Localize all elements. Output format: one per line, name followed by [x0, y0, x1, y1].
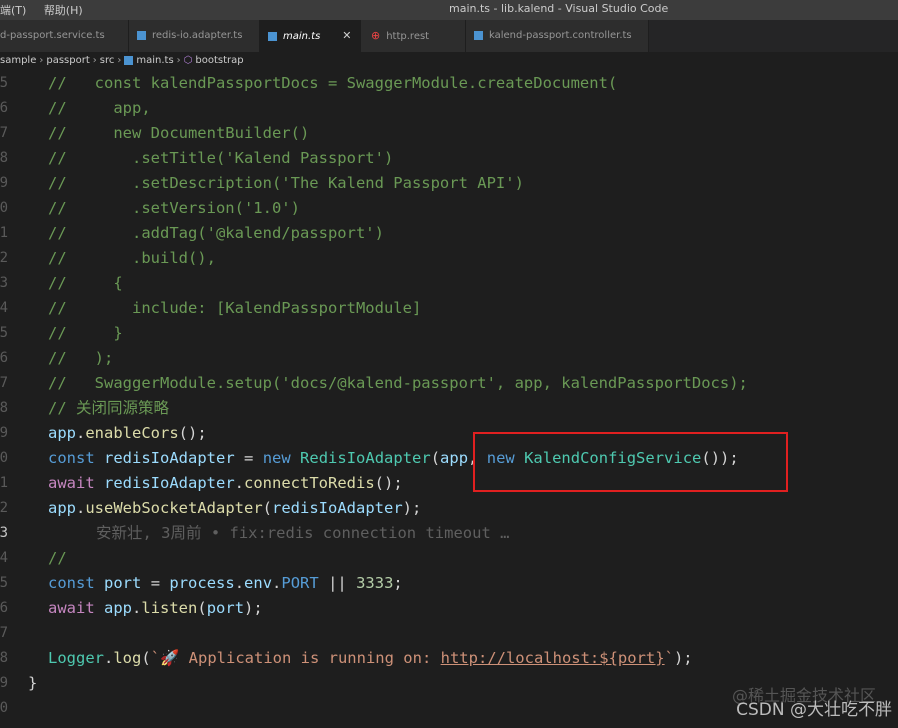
code-line: 5// }: [0, 324, 123, 342]
code-line: 5// const kalendPassportDocs = SwaggerMo…: [0, 74, 618, 92]
tab-bar: d-passport.service.ts redis-io.adapter.t…: [0, 20, 898, 52]
tab-label: d-passport.service.ts: [0, 30, 105, 41]
typescript-file-icon: [268, 31, 277, 41]
csdn-watermark: CSDN @大壮吃不胖: [736, 700, 892, 720]
code-line: 7: [0, 625, 8, 641]
code-line: 2 app.useWebSocketAdapter(redisIoAdapter)…: [0, 499, 422, 517]
tab-passport-service[interactable]: d-passport.service.ts: [0, 20, 129, 52]
code-line: 8// 关闭同源策略: [0, 399, 169, 417]
breadcrumb-item[interactable]: passport: [46, 55, 89, 66]
code-line: 7// SwaggerModule.setup('docs/@kalend-pa…: [0, 374, 748, 392]
code-line: 7// new DocumentBuilder(): [0, 124, 310, 142]
code-line: 9// .setDescription('The Kalend Passport…: [0, 174, 524, 192]
breadcrumb-item[interactable]: main.ts: [136, 55, 173, 66]
menu-help[interactable]: 帮助(H): [44, 4, 83, 17]
tab-label: kalend-passport.controller.ts: [489, 30, 632, 41]
code-line: 4// include: [KalendPassportModule]: [0, 299, 422, 317]
breadcrumb-item[interactable]: bootstrap: [195, 55, 243, 66]
breadcrumb-item[interactable]: sample: [0, 55, 36, 66]
tab-passport-controller[interactable]: kalend-passport.controller.ts: [466, 20, 649, 52]
code-line-current: 3 安新壮, 3周前 • fix:redis connection timeout…: [0, 521, 898, 546]
code-line: 6// app,: [0, 99, 151, 117]
typescript-file-icon: [124, 55, 134, 65]
typescript-file-icon: [137, 30, 146, 40]
code-line: 2// .build(),: [0, 249, 216, 267]
typescript-file-icon: [474, 30, 483, 40]
tab-label: redis-io.adapter.ts: [152, 30, 243, 41]
code-line: 6// );: [0, 349, 114, 367]
globe-icon: ⊕: [371, 29, 381, 42]
code-line: 4//: [0, 549, 67, 567]
code-line: 5 const port = process.env.PORT || 3333;: [0, 574, 403, 592]
tab-label: main.ts: [283, 31, 321, 42]
breadcrumb-item[interactable]: src: [100, 55, 115, 66]
code-editor[interactable]: 5// const kalendPassportDocs = SwaggerMo…: [0, 71, 898, 728]
code-line: 1// .addTag('@kalend/passport'): [0, 224, 384, 242]
function-icon: ⬡: [183, 55, 193, 66]
code-line: 0// .setVersion('1.0'): [0, 199, 300, 217]
git-blame-annotation: 安新壮, 3周前 • fix:redis connection timeout …: [96, 524, 510, 542]
window-title: main.ts - lib.kalend - Visual Studio Cod…: [449, 2, 669, 15]
breadcrumb: sample › passport › src › main.ts › ⬡ bootstrap: [0, 52, 898, 70]
tab-http-rest[interactable]: ⊕ http.rest: [361, 20, 466, 52]
menu-bar: 端(T) 帮助(H): [0, 2, 97, 18]
code-line: 8// .setTitle('Kalend Passport'): [0, 149, 394, 167]
title-bar: 端(T) 帮助(H) main.ts - lib.kalend - Visual…: [0, 0, 898, 20]
code-line: 3// {: [0, 274, 123, 292]
code-line: 6 await app.listen(port);: [0, 599, 263, 617]
tab-redis-io-adapter[interactable]: redis-io.adapter.ts: [129, 20, 260, 52]
close-icon[interactable]: ✕: [342, 29, 351, 42]
annotation-highlight-box: [473, 432, 788, 492]
code-line: 8 Logger.log(`🚀 Application is running on…: [0, 649, 693, 667]
tab-main-ts[interactable]: main.ts ✕: [260, 20, 361, 52]
menu-terminal[interactable]: 端(T): [0, 4, 26, 17]
tab-label: http.rest: [386, 31, 430, 42]
